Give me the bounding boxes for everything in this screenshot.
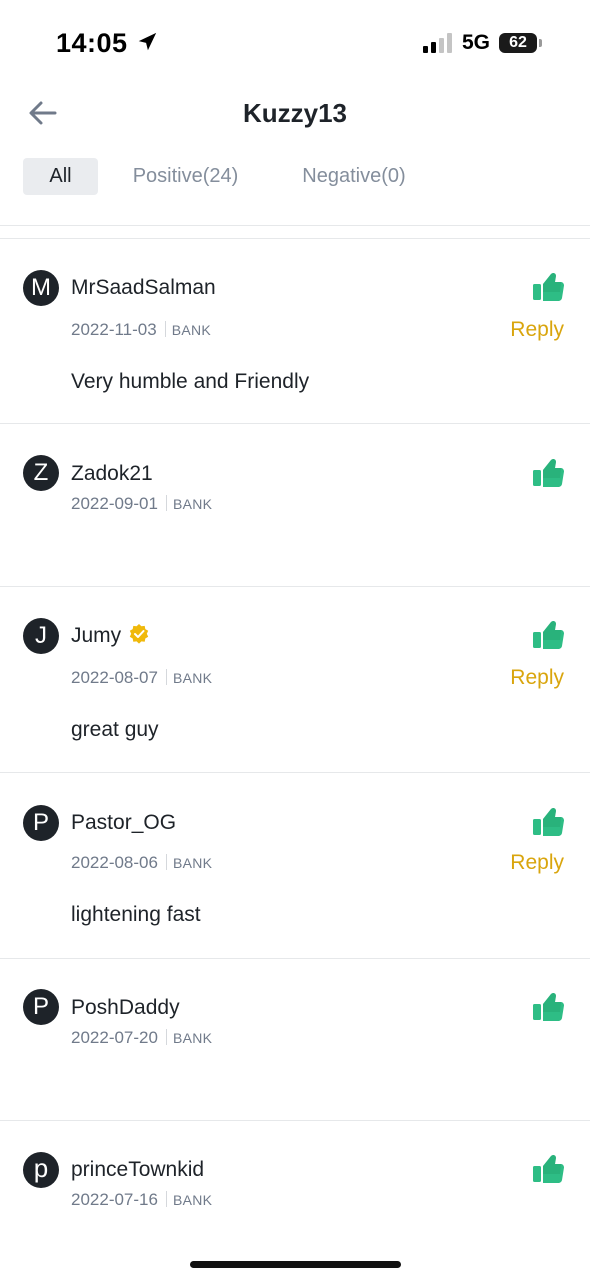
meta-separator xyxy=(165,669,167,685)
review-comment: Very humble and Friendly xyxy=(71,370,310,393)
tabs-divider xyxy=(0,225,590,226)
reviewer-name: MrSaadSalman xyxy=(71,276,216,299)
thumbs-up-icon xyxy=(533,807,564,836)
review-meta: 2022-07-20 BANK xyxy=(71,1028,212,1048)
review-comment: lightening fast xyxy=(71,903,201,926)
payment-method: BANK xyxy=(171,322,212,338)
thumbs-up-icon xyxy=(533,458,564,487)
review-date: 2022-08-06 xyxy=(71,853,158,872)
meta-separator xyxy=(165,495,167,511)
review-meta: 2022-11-03 BANK xyxy=(71,320,211,340)
battery-icon: 62 xyxy=(499,33,537,53)
meta-separator xyxy=(165,1191,167,1207)
battery-level: 62 xyxy=(509,34,527,51)
meta-separator xyxy=(164,321,166,337)
review-item: p princeTownkid 2022-07-16 BANK xyxy=(0,1121,590,1251)
review-meta: 2022-08-06 BANK xyxy=(71,853,212,873)
tab-all[interactable]: All xyxy=(23,158,98,195)
thumbs-up-icon xyxy=(533,1154,564,1183)
reply-button[interactable]: Reply xyxy=(510,666,564,690)
reviewer-name: princeTownkid xyxy=(71,1158,205,1181)
review-item: J Jumy 2022-08-07 BANK Reply great guy xyxy=(0,587,590,772)
tab-positive[interactable]: Positive(24) xyxy=(122,158,249,195)
avatar: M xyxy=(23,270,59,306)
payment-method: BANK xyxy=(172,670,213,686)
thumbs-up-icon xyxy=(533,620,564,649)
avatar: p xyxy=(23,1152,59,1188)
home-indicator[interactable] xyxy=(190,1261,401,1268)
review-date: 2022-07-16 xyxy=(71,1190,158,1209)
review-item: Z Zadok21 2022-09-01 BANK xyxy=(0,424,590,586)
avatar: J xyxy=(23,618,59,654)
reviewer-name: PoshDaddy xyxy=(71,996,180,1019)
tab-negative[interactable]: Negative(0) xyxy=(292,158,416,195)
signal-bars-icon xyxy=(423,33,452,53)
page-title: Kuzzy13 xyxy=(242,98,348,128)
reviewer-name: Zadok21 xyxy=(71,462,153,485)
avatar: P xyxy=(23,805,59,841)
payment-method: BANK xyxy=(172,1030,213,1046)
reply-button[interactable]: Reply xyxy=(510,851,564,875)
review-date: 2022-11-03 xyxy=(71,320,157,339)
review-date: 2022-09-01 xyxy=(71,494,158,513)
review-item: P PoshDaddy 2022-07-20 BANK xyxy=(0,959,590,1120)
reply-button[interactable]: Reply xyxy=(510,318,564,342)
review-meta: 2022-08-07 BANK xyxy=(71,668,212,688)
review-meta: 2022-09-01 BANK xyxy=(71,494,212,514)
location-arrow-icon xyxy=(138,32,157,51)
status-bar: 14:05 5G 62 xyxy=(0,0,590,88)
meta-separator xyxy=(165,1029,167,1045)
payment-method: BANK xyxy=(172,1192,213,1208)
filter-tabs: All Positive(24) Negative(0) xyxy=(0,158,590,196)
battery-cap xyxy=(539,39,542,47)
thumbs-up-icon xyxy=(533,992,564,1021)
status-time: 14:05 xyxy=(56,28,128,58)
review-comment: great guy xyxy=(71,718,159,741)
avatar: Z xyxy=(23,455,59,491)
review-date: 2022-07-20 xyxy=(71,1028,158,1047)
review-item: P Pastor_OG 2022-08-06 BANK Reply lighten… xyxy=(0,773,590,958)
avatar: P xyxy=(23,989,59,1025)
verified-badge-icon xyxy=(129,624,149,644)
payment-method: BANK xyxy=(172,855,213,871)
reviewer-name-text: Jumy xyxy=(71,624,122,647)
payment-method: BANK xyxy=(172,496,213,512)
review-item: M MrSaadSalman 2022-11-03 BANK Reply Very… xyxy=(0,238,590,423)
network-label: 5G xyxy=(462,31,491,54)
reviewer-name: Jumy xyxy=(71,624,149,648)
meta-separator xyxy=(165,854,167,870)
review-meta: 2022-07-16 BANK xyxy=(71,1190,212,1210)
reviewer-name: Pastor_OG xyxy=(71,811,177,834)
review-date: 2022-08-07 xyxy=(71,668,158,687)
thumbs-up-icon xyxy=(533,272,564,301)
